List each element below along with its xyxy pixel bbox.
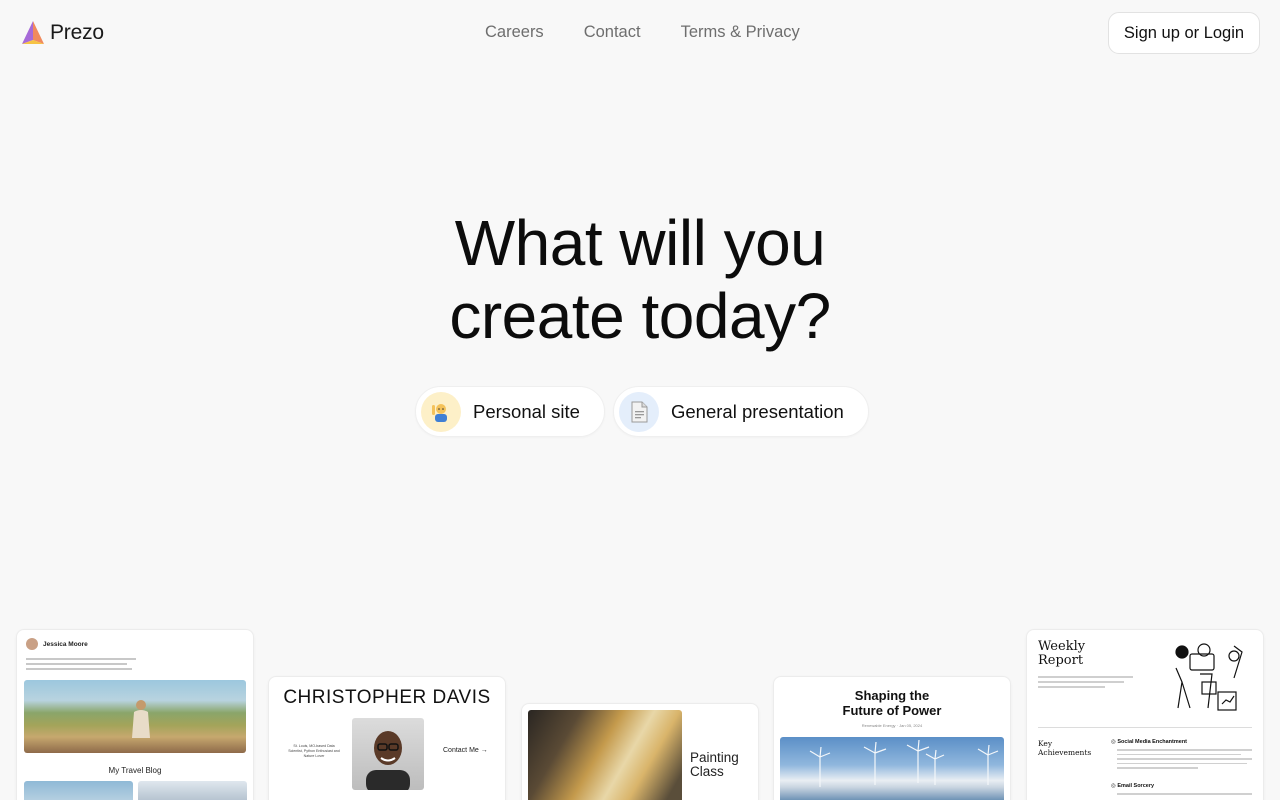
signup-login-button[interactable]: Sign up or Login	[1108, 12, 1260, 54]
travel-blog-thumbnail	[24, 781, 133, 800]
template-card-travel-blog[interactable]: Jessica Moore My Travel Blog	[16, 629, 254, 800]
hero-title-line-1: What will you	[454, 207, 826, 279]
traveler-figure	[132, 700, 150, 738]
nav-links: Careers Contact Terms & Privacy	[485, 23, 800, 42]
brand-logo[interactable]: Prezo	[21, 20, 104, 46]
personal-site-option[interactable]: Personal site	[415, 386, 605, 437]
prezo-logo-icon	[22, 21, 44, 44]
travel-blog-intro-text	[26, 658, 136, 673]
report-description	[1038, 676, 1133, 691]
energy-subtitle: Renewable Energy · Jan 05, 2024	[861, 723, 923, 728]
general-presentation-option[interactable]: General presentation	[613, 386, 869, 437]
nav-link-contact[interactable]: Contact	[584, 23, 641, 42]
travel-blog-hero-image	[24, 680, 246, 753]
travel-blog-thumbnail	[138, 781, 247, 800]
template-card-weekly-report[interactable]: Weekly Report Key Achievements ◎ Social …	[1026, 629, 1264, 800]
energy-title: Shaping the Future of Power	[774, 688, 1010, 718]
report-bullets	[1117, 749, 1252, 772]
avatar	[26, 638, 38, 650]
report-title-line-2: Report	[1038, 653, 1084, 668]
template-card-energy[interactable]: Shaping the Future of Power Renewable En…	[773, 676, 1011, 800]
team-illustration	[1175, 643, 1243, 711]
energy-title-line-2: Future of Power	[842, 703, 942, 718]
brand-name: Prezo	[50, 21, 104, 44]
hero-title-line-2: create today?	[449, 280, 831, 352]
report-section-title: Key Achievements	[1038, 739, 1092, 757]
personal-site-label: Personal site	[473, 400, 580, 422]
report-bullets	[1117, 793, 1252, 798]
top-nav: Prezo Careers Contact Terms & Privacy Si…	[0, 0, 1280, 66]
nav-link-terms-privacy[interactable]: Terms & Privacy	[681, 23, 800, 42]
painting-class-title-line-1: Painting	[690, 750, 739, 765]
travel-blog-title: My Travel Blog	[108, 766, 162, 775]
report-title-line-1: Weekly	[1038, 639, 1086, 654]
portfolio-bio: St. Louis, MO-based Data Scientist, Pyth…	[288, 744, 340, 758]
painting-class-image	[528, 710, 682, 800]
wind-turbines-image	[780, 737, 1004, 800]
template-card-painting-class[interactable]: Painting Class	[521, 703, 759, 800]
document-page-icon	[619, 391, 659, 432]
report-heading-email: ◎ Email Sorcery	[1111, 783, 1155, 789]
portfolio-name: CHRISTOPHER DAVIS	[283, 687, 491, 708]
travel-blog-author: Jessica Moore	[43, 640, 88, 648]
nav-link-careers[interactable]: Careers	[485, 23, 544, 42]
portfolio-headshot	[352, 718, 424, 790]
travel-blog-header: Jessica Moore	[26, 638, 88, 650]
report-heading-social: ◎ Social Media Enchantment	[1111, 739, 1188, 745]
divider	[1038, 727, 1252, 728]
hero-title: What will you create today?	[0, 207, 1280, 353]
painting-class-title-line-2: Class	[690, 764, 724, 779]
general-presentation-label: General presentation	[671, 400, 844, 422]
energy-title-line-1: Shaping the	[854, 688, 930, 703]
report-title: Weekly Report	[1038, 640, 1085, 668]
painting-class-title: Painting Class	[690, 751, 739, 779]
portfolio-contact-link: Contact Me →	[443, 747, 488, 754]
person-raising-hand-icon	[421, 391, 461, 432]
template-card-portfolio[interactable]: CHRISTOPHER DAVIS St. Louis, MO-based Da…	[268, 676, 506, 800]
